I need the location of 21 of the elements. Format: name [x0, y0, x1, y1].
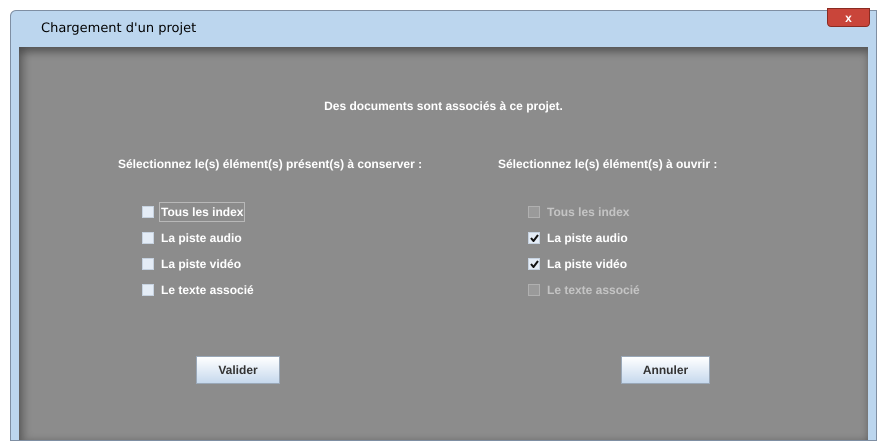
checkbox-label[interactable]: La piste audio: [545, 228, 630, 248]
check-icon: [530, 260, 538, 268]
checkbox-label[interactable]: Tous les index: [159, 202, 246, 222]
checkbox[interactable]: [142, 284, 154, 296]
checkbox[interactable]: [528, 258, 540, 270]
message-text: Des documents sont associés à ce projet.: [324, 98, 563, 115]
check-icon: [530, 234, 538, 242]
checkbox-label[interactable]: La piste vidéo: [545, 254, 630, 274]
checkbox[interactable]: [528, 232, 540, 244]
column-heading: Sélectionnez le(s) élément(s) à ouvrir :: [498, 156, 718, 173]
checkbox-label[interactable]: La piste audio: [159, 228, 244, 248]
window-title: Chargement d'un projet: [41, 20, 196, 38]
checkbox[interactable]: [142, 206, 154, 218]
checkbox-label[interactable]: Le texte associé: [159, 280, 256, 300]
dialog-button[interactable]: Valider: [196, 356, 280, 384]
checkbox-label[interactable]: La piste vidéo: [159, 254, 244, 274]
checkbox[interactable]: [142, 258, 154, 270]
dialog-button[interactable]: Annuler: [621, 356, 710, 384]
checkbox[interactable]: [142, 232, 154, 244]
column-heading: Sélectionnez le(s) élément(s) présent(s) à conserver :: [118, 156, 424, 173]
close-button[interactable]: x: [827, 8, 870, 27]
